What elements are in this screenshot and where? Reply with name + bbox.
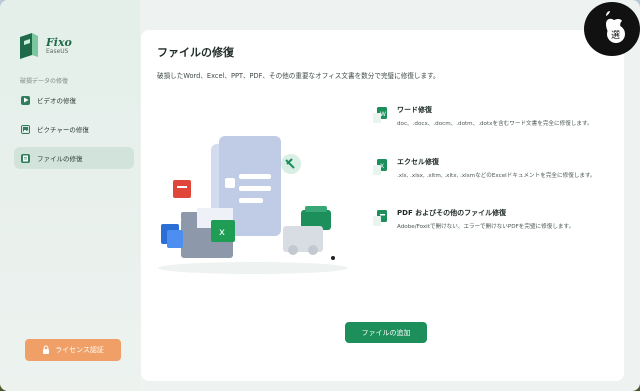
sidebar-item-label: ピクチャーの修復 <box>37 126 89 134</box>
feature-title: ワード修復 <box>397 106 432 114</box>
svg-text:W: W <box>380 111 386 118</box>
feature-body: .xls, .xlsx, .xltm, .xltx, .xlsmなどのExcel… <box>397 172 596 179</box>
app-name: Fixo <box>46 36 72 49</box>
watermark-badge: 選 <box>584 2 640 56</box>
app-logo: Fixo EaseUS <box>18 33 72 59</box>
app-vendor: EaseUS <box>46 48 69 55</box>
feature-title: PDF およびその他のファイル修復 <box>397 209 507 218</box>
excel-icon: X <box>373 158 387 175</box>
play-icon <box>21 95 30 105</box>
sidebar-section-label: 破損データの修復 <box>20 78 69 85</box>
app-window: Fixo EaseUS 破損データの修復 ビデオの修復 ピクチャーの修復 ファイ… <box>0 0 640 391</box>
feature-word: W ワード修復 doc、.docx、.docm、.dotm、.dotxを含むワー… <box>373 105 603 129</box>
badge-text: 選 <box>611 30 620 41</box>
sidebar: Fixo EaseUS 破損データの修復 ビデオの修復 ピクチャーの修復 ファイ… <box>0 0 140 391</box>
feature-excel: X エクセル修復 .xls, .xlsx, .xltm, .xltx, .xls… <box>373 157 603 181</box>
license-button-label: ライセンス認証 <box>55 346 104 354</box>
license-button[interactable]: ライセンス認証 <box>25 339 121 361</box>
sidebar-item-label: ファイルの修復 <box>37 155 83 163</box>
sidebar-item-label: ビデオの修復 <box>37 97 76 105</box>
sidebar-item-file[interactable]: ファイルの修復 <box>14 147 134 169</box>
feature-body: doc、.docx、.docm、.dotm、.dotxを含むワード文書を完全に修… <box>397 121 593 127</box>
image-icon <box>21 124 30 134</box>
feature-body: Adobe/Foxitで開けない、エラーで開けないPDFを完璧に修復します。 <box>397 224 575 231</box>
sidebar-item-picture[interactable]: ピクチャーの修復 <box>14 118 134 140</box>
main-panel: ファイルの修復 破損したWord、Excel、PPT、PDF、その他の重要なオフ… <box>141 30 624 381</box>
word-icon: W <box>373 107 387 123</box>
page-description: 破損したWord、Excel、PPT、PDF、その他の重要なオフィス文書を数分で… <box>157 72 440 80</box>
sidebar-nav: ビデオの修復 ピクチャーの修復 ファイルの修復 <box>14 89 134 176</box>
feature-list: W ワード修復 doc、.docx、.docm、.dotm、.dotxを含むワー… <box>373 105 603 260</box>
add-file-button[interactable]: ファイルの追加 <box>345 322 427 343</box>
logo-icon <box>18 33 40 59</box>
file-icon <box>21 153 30 163</box>
page-title: ファイルの修復 <box>157 46 234 59</box>
feature-pdf: PDF およびその他のファイル修復 Adobe/Foxitで開けない、エラーで開… <box>373 208 603 232</box>
lock-icon <box>42 345 50 356</box>
svg-text:X: X <box>380 163 384 170</box>
pdf-icon <box>373 210 387 227</box>
feature-title: エクセル修復 <box>397 157 439 166</box>
file-repair-illustration: x <box>153 108 353 293</box>
sidebar-item-video[interactable]: ビデオの修復 <box>14 89 134 111</box>
svg-text:x: x <box>219 227 225 238</box>
